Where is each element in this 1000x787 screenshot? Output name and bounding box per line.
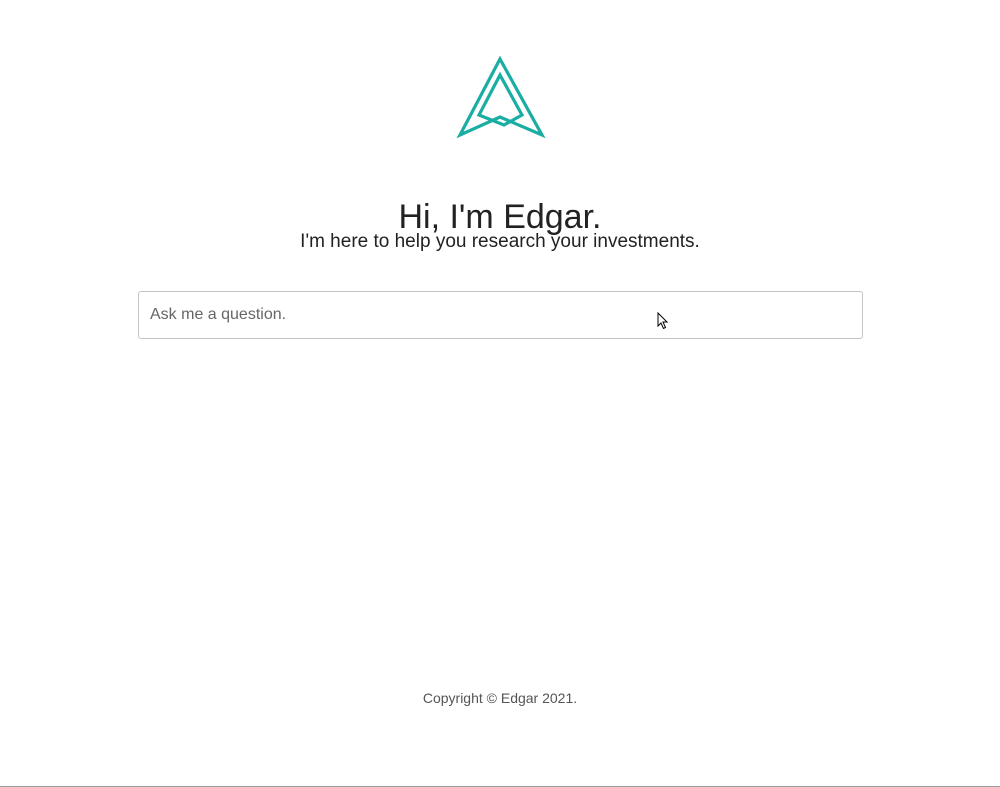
copyright-footer: Copyright © Edgar 2021.: [422, 690, 578, 706]
question-input[interactable]: [138, 291, 863, 339]
mouse-pointer-icon: [657, 312, 669, 330]
edgar-logo-icon: [456, 55, 546, 139]
page-subtitle: I'm here to help you research your inves…: [300, 231, 700, 252]
